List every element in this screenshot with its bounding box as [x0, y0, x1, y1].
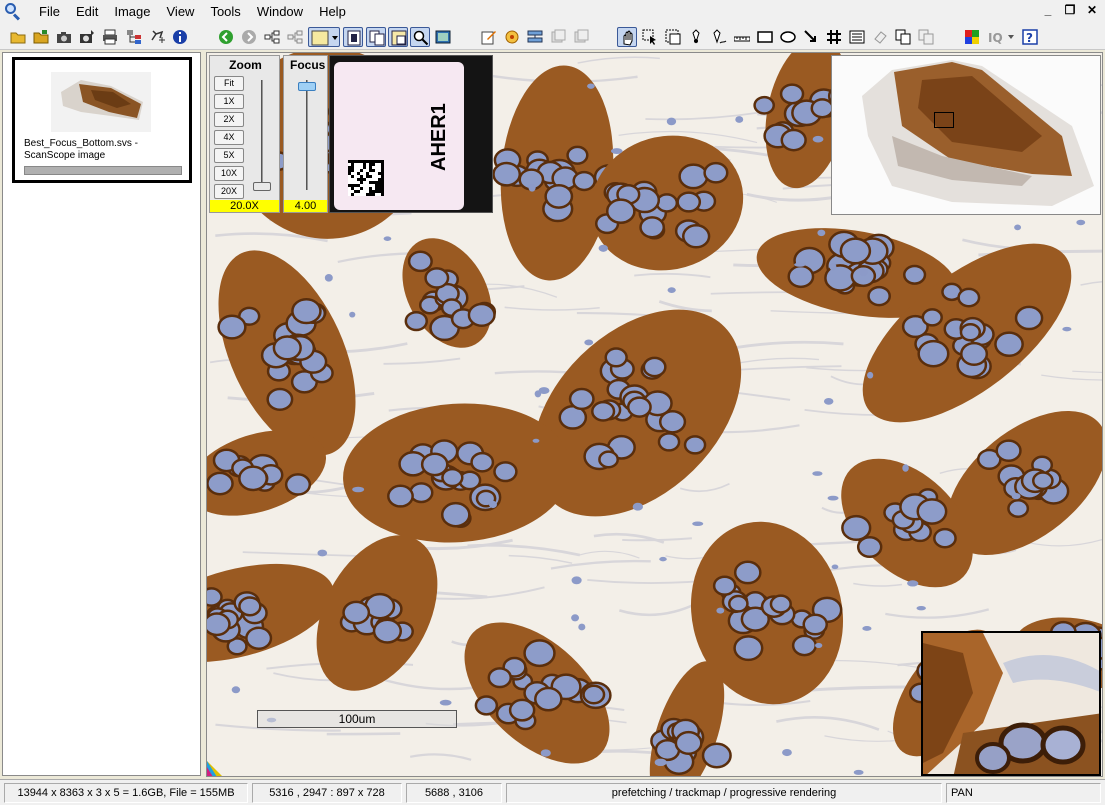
application-window: File Edit Image View Tools Window Help _… [0, 0, 1105, 805]
status-message: prefetching / trackmap / progressive ren… [506, 783, 942, 803]
svg-text:?: ? [1026, 31, 1033, 45]
zoom-title: Zoom [229, 58, 262, 72]
thumbnail-progress-bar [24, 166, 182, 175]
menu-window[interactable]: Window [249, 2, 311, 22]
slides-icon[interactable] [548, 27, 568, 47]
list-icon[interactable] [847, 27, 867, 47]
magnify-icon[interactable] [410, 27, 430, 47]
thumbnail-panel: Best_Focus_Bottom.svs - ScanScope image [2, 52, 201, 776]
menu-tools[interactable]: Tools [202, 2, 248, 22]
eraser-icon[interactable] [870, 27, 890, 47]
slide-icon[interactable] [525, 27, 545, 47]
magnifier-inset [921, 631, 1101, 776]
annotate-icon[interactable] [479, 27, 499, 47]
open-folder-icon[interactable] [8, 27, 28, 47]
status-bar: 13944 x 8363 x 3 x 5 = 1.6GB, File = 155… [0, 779, 1105, 805]
select-icon[interactable] [640, 27, 660, 47]
status-dimensions: 13944 x 8363 x 3 x 5 = 1.6GB, File = 155… [4, 783, 248, 803]
focus-value: 4.00 [284, 200, 327, 212]
back-icon[interactable] [216, 27, 236, 47]
network-icon[interactable] [262, 27, 282, 47]
network2-icon[interactable] [285, 27, 305, 47]
menu-image[interactable]: Image [106, 2, 158, 22]
minimize-button[interactable]: _ [1041, 3, 1055, 17]
status-region-coords: 5316 , 2947 : 897 x 728 [252, 783, 402, 803]
zoom-20x-button[interactable]: 20X [214, 184, 244, 199]
copy-icon[interactable] [893, 27, 913, 47]
app-logo-icon[interactable] [3, 2, 23, 22]
status-cursor-coords: 5688 , 3106 [406, 783, 502, 803]
hand-icon[interactable] [617, 27, 637, 47]
rectangle-icon[interactable] [755, 27, 775, 47]
iq-icon[interactable]: IQ [985, 27, 1017, 47]
zoom-1x-button[interactable]: 1X [214, 94, 244, 109]
menu-edit[interactable]: Edit [68, 2, 106, 22]
arrow-icon[interactable] [801, 27, 821, 47]
help-icon[interactable]: ? [1020, 27, 1040, 47]
analysis-icon[interactable] [502, 27, 522, 47]
restore-button[interactable]: ❐ [1063, 3, 1077, 17]
zoom-fit-button[interactable]: Fit [214, 76, 244, 91]
forward-icon[interactable] [239, 27, 259, 47]
info-icon[interactable] [170, 27, 190, 47]
focus-panel: Focus 4.00 [283, 55, 328, 213]
zoom-panel: Zoom Fit 1X 2X 4X 5X 10X 20X 20.0X [209, 55, 280, 213]
focus-title: Focus [290, 58, 326, 72]
pin-icon[interactable] [148, 27, 168, 47]
scale-bar: 100um [257, 710, 457, 728]
focus-slider-track[interactable] [306, 80, 308, 190]
menu-view[interactable]: View [159, 2, 203, 22]
region-icon[interactable] [663, 27, 683, 47]
status-mode: PAN [946, 783, 1101, 803]
thumbnail-icon[interactable] [433, 27, 453, 47]
menu-help[interactable]: Help [311, 2, 354, 22]
slide-label-panel: AHER1 [329, 55, 493, 213]
tree-icon[interactable] [124, 27, 144, 47]
ruler-icon[interactable] [732, 27, 752, 47]
slide-viewer[interactable]: Zoom Fit 1X 2X 4X 5X 10X 20X 20.0X Focus… [206, 52, 1103, 777]
focus-slider-handle[interactable] [298, 82, 316, 91]
print-icon[interactable] [100, 27, 120, 47]
single-view-icon[interactable] [343, 27, 363, 47]
slide-label-text: AHER1 [428, 103, 450, 171]
svg-text:IQ: IQ [988, 31, 1003, 45]
overview-map[interactable] [831, 55, 1101, 215]
close-button[interactable]: ✕ [1085, 3, 1099, 17]
toolbar: IQ ? [0, 24, 1105, 50]
color-corner-icon [207, 761, 223, 776]
ellipse-icon[interactable] [778, 27, 798, 47]
camera-icon[interactable] [54, 27, 74, 47]
zoom-slider-track[interactable] [261, 80, 263, 190]
freehand-icon[interactable] [709, 27, 729, 47]
zoom-slider-handle[interactable] [253, 182, 271, 191]
window-controls: _ ❐ ✕ [1041, 3, 1099, 17]
sync-view-icon[interactable] [388, 27, 408, 47]
grid-icon[interactable] [824, 27, 844, 47]
pen-icon[interactable] [686, 27, 706, 47]
zoom-10x-button[interactable]: 10X [214, 166, 244, 181]
dual-view-icon[interactable] [366, 27, 386, 47]
thumbnail-label: Best_Focus_Bottom.svs - ScanScope image [24, 138, 138, 161]
datamatrix-code-icon [348, 160, 384, 196]
color-icon[interactable] [962, 27, 982, 47]
menu-file[interactable]: File [31, 2, 68, 22]
copy2-icon[interactable] [916, 27, 936, 47]
slides2-icon[interactable] [571, 27, 591, 47]
zoom-4x-button[interactable]: 4X [214, 130, 244, 145]
slide-thumbnail [51, 72, 151, 132]
image-thumbnail-card[interactable]: Best_Focus_Bottom.svs - ScanScope image [12, 57, 192, 183]
save-folder-icon[interactable] [31, 27, 51, 47]
menubar: File Edit Image View Tools Window Help _… [0, 0, 1105, 24]
capture-icon[interactable] [77, 27, 97, 47]
overview-viewport-box[interactable] [934, 112, 954, 128]
zoom-5x-button[interactable]: 5X [214, 148, 244, 163]
layer-dropdown-icon[interactable] [308, 27, 340, 47]
slide-label-card: AHER1 [334, 62, 464, 210]
zoom-value: 20.0X [210, 200, 279, 212]
zoom-2x-button[interactable]: 2X [214, 112, 244, 127]
